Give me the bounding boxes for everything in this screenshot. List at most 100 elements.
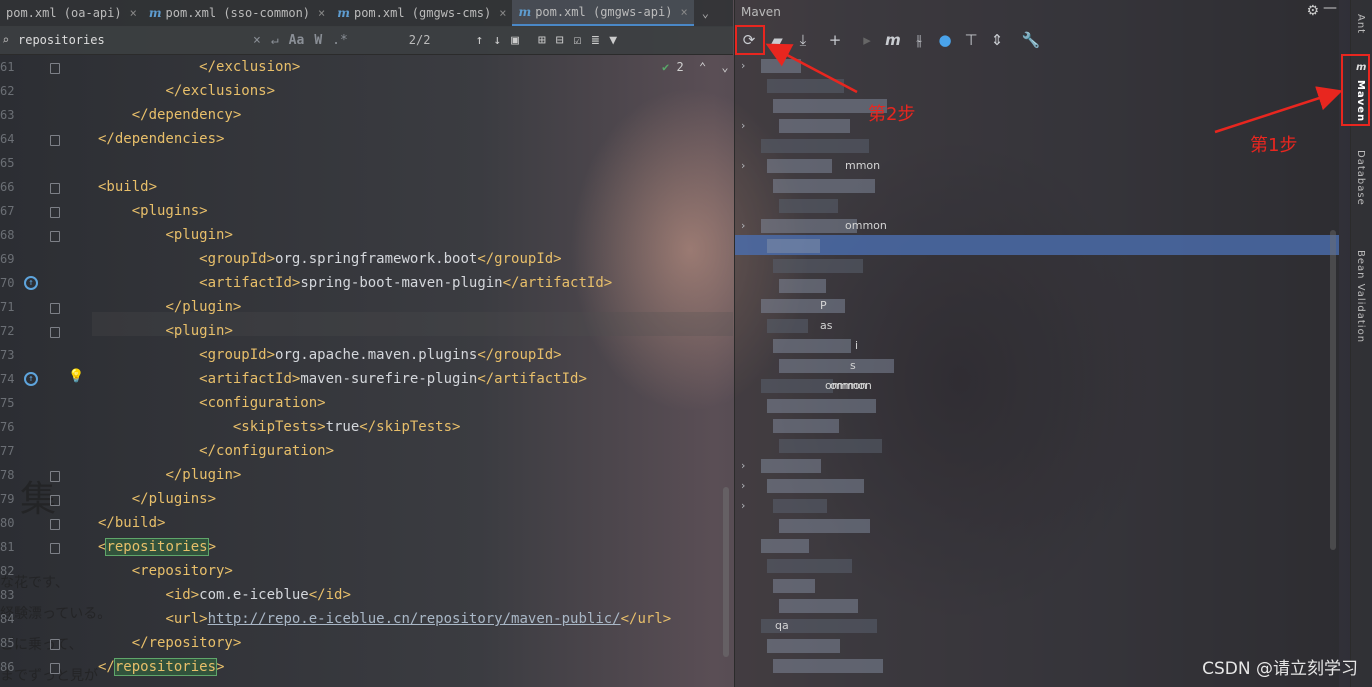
run-icon[interactable]: ▸ — [856, 29, 878, 51]
minimize-icon[interactable]: — — [1323, 0, 1337, 16]
obscured-tree-item[interactable] — [773, 339, 851, 353]
chevron-down-icon[interactable]: ⌄ — [721, 60, 728, 74]
filter-icon[interactable]: ▼ — [609, 33, 617, 48]
obscured-tree-item[interactable] — [779, 439, 882, 453]
tab-gmgws-api[interactable]: m pom.xml (gmgws-api) × — [512, 0, 694, 26]
code-line: <plugins> — [98, 199, 208, 223]
close-icon[interactable]: × — [130, 6, 137, 20]
select-all-occurrences-icon[interactable]: ▣ — [511, 33, 519, 48]
plus-icon[interactable]: + — [824, 29, 846, 51]
chevron-down-icon[interactable]: ⌄ — [702, 6, 709, 20]
chevron-right-icon[interactable]: › — [741, 479, 745, 492]
obscured-tree-item[interactable] — [779, 199, 838, 213]
tab-sso-common[interactable]: m pom.xml (sso-common) × — [143, 0, 331, 26]
obscured-tree-item[interactable] — [773, 419, 839, 433]
obscured-tree-item[interactable] — [779, 119, 850, 133]
xml-tag: > — [207, 539, 217, 555]
chevron-right-icon[interactable]: › — [741, 499, 745, 512]
close-icon[interactable]: × — [680, 5, 687, 19]
new-line-icon[interactable]: ↵ — [271, 33, 279, 48]
show-dependencies-icon[interactable]: ⊤ — [960, 29, 982, 51]
select-all-icon[interactable]: ☑ — [574, 33, 582, 48]
maven-goal-icon[interactable]: m — [882, 29, 904, 51]
code-line: <id>com.e-iceblue</id> — [98, 583, 350, 607]
obscured-tree-item[interactable] — [773, 579, 815, 593]
obscured-tree-item[interactable] — [773, 259, 863, 273]
skip-tests-icon[interactable]: ● — [934, 29, 956, 51]
url-link[interactable]: http://repo.e-iceblue.cn/repository/mave… — [208, 611, 621, 627]
obscured-tree-item[interactable] — [779, 519, 870, 533]
download-icon[interactable]: ⤓ — [792, 29, 814, 51]
add-selection-icon[interactable]: ⊞ — [538, 33, 546, 48]
obscured-tree-item[interactable] — [767, 479, 864, 493]
maven-header: Maven ⚙ — — [735, 0, 1339, 24]
obscured-tree-item[interactable] — [767, 159, 832, 173]
obscured-tree-item[interactable] — [779, 279, 826, 293]
obscured-tree-item[interactable] — [773, 179, 875, 193]
filter-options-icon[interactable]: ≣ — [591, 33, 599, 48]
chevron-right-icon[interactable]: › — [741, 59, 745, 72]
obscured-tree-item[interactable] — [761, 139, 869, 153]
tab-gmgws-cms[interactable]: m pom.xml (gmgws-cms) × — [331, 0, 512, 26]
maven-scrollbar[interactable] — [1330, 230, 1336, 550]
words-toggle[interactable]: W — [314, 33, 322, 48]
obscured-tree-item[interactable] — [779, 359, 894, 373]
obscured-tree-item[interactable] — [761, 539, 809, 553]
tree-item-label: as — [820, 319, 833, 332]
clear-icon[interactable]: × — [253, 33, 261, 48]
obscured-tree-item[interactable] — [767, 79, 844, 93]
tree-item-label: i — [855, 339, 859, 352]
code-line: </plugin> — [98, 463, 241, 487]
chevron-up-icon[interactable]: ⌃ — [699, 60, 706, 74]
tab-oa-api[interactable]: pom.xml (oa-api) × — [0, 0, 143, 26]
chevron-right-icon[interactable]: › — [741, 119, 745, 132]
chevron-right-icon[interactable]: › — [741, 459, 745, 472]
obscured-tree-item[interactable] — [767, 319, 808, 333]
tab-database[interactable]: Database — [1355, 150, 1366, 206]
search-icon: ⌕ — [2, 33, 10, 47]
close-icon[interactable]: × — [499, 6, 506, 20]
obscured-tree-item[interactable] — [767, 399, 876, 413]
code-editor[interactable]: </exclusion> </exclusions> </dependency>… — [0, 54, 733, 687]
inspection-widget[interactable]: ✔ 2 ⌃ ⌄ — [662, 60, 729, 74]
remove-selection-icon[interactable]: ⊟ — [556, 33, 564, 48]
selected-tree-row[interactable] — [735, 235, 1339, 255]
obscured-tree-item[interactable] — [767, 639, 840, 653]
obscured-tree-item[interactable] — [779, 599, 858, 613]
obscured-tree-item[interactable] — [761, 379, 833, 393]
collapse-all-icon[interactable]: ⇕ — [986, 29, 1008, 51]
obscured-tree-item[interactable] — [761, 459, 821, 473]
regex-toggle[interactable]: .* — [332, 33, 348, 48]
search-input[interactable]: repositories — [18, 33, 248, 47]
obscured-tree-item[interactable] — [761, 299, 845, 313]
arrow-up-icon[interactable]: ↑ — [475, 33, 483, 48]
chevron-right-icon[interactable]: › — [741, 159, 745, 172]
obscured-tree-item[interactable] — [767, 559, 852, 573]
xml-tag: > — [216, 659, 225, 675]
toggle-offline-icon[interactable]: ⫳ — [908, 29, 930, 51]
match-case-toggle[interactable]: Aa — [289, 33, 305, 48]
add-folder-icon[interactable]: ▰ — [766, 29, 788, 51]
maven-project-tree[interactable]: › › › › › › › mmon ommon ommon Pas i s ommon qa — [735, 55, 1339, 687]
arrow-down-icon[interactable]: ↓ — [493, 33, 501, 48]
obscured-tree-item[interactable] — [761, 219, 857, 233]
wrench-icon[interactable]: 🔧 — [1020, 29, 1042, 51]
gear-icon[interactable]: ⚙ — [1306, 3, 1319, 19]
obscured-tree-item[interactable] — [773, 499, 827, 513]
xml-text: true — [325, 419, 360, 435]
tab-ant[interactable]: Ant — [1355, 14, 1366, 34]
code-line: <artifactId>maven-surefire-plugin</artif… — [98, 367, 587, 391]
tab-bean-validation[interactable]: Bean Validation — [1355, 250, 1366, 343]
close-icon[interactable]: × — [318, 6, 325, 20]
obscured-tree-item[interactable] — [761, 59, 801, 73]
editor-scrollbar[interactable] — [723, 487, 729, 657]
chevron-right-icon[interactable]: › — [741, 219, 745, 232]
code-line: </exclusions> — [98, 79, 275, 103]
obscured-tree-item[interactable] — [767, 239, 820, 253]
obscured-tree-item[interactable] — [773, 659, 883, 673]
